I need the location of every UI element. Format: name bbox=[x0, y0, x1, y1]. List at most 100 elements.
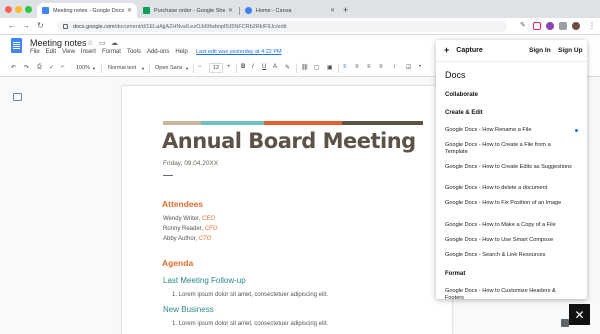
menu-view[interactable]: View bbox=[62, 49, 75, 55]
font-size-field[interactable]: 12 bbox=[209, 63, 224, 73]
sheets-favicon-icon bbox=[143, 7, 150, 14]
browser-menu-icon[interactable]: ⋮ bbox=[588, 21, 596, 30]
toolbar-divider bbox=[193, 64, 194, 73]
url-field[interactable]: docs.google.com/document/d/1ELaAjjAZHNvs… bbox=[57, 21, 507, 32]
font-size-increase-icon[interactable]: + bbox=[227, 64, 231, 70]
undo-icon[interactable]: ↶ bbox=[11, 64, 16, 71]
attendee[interactable]: Ronny Reader, CFO bbox=[163, 226, 217, 232]
close-panel-button[interactable]: ✕ bbox=[569, 304, 590, 325]
zoom-select[interactable]: 100% bbox=[76, 63, 90, 73]
line-spacing-icon[interactable]: ↕ bbox=[393, 64, 396, 70]
menu-addons[interactable]: Add-ons bbox=[147, 49, 169, 55]
cloud-status-icon: ☁ bbox=[111, 40, 118, 47]
align-center-icon[interactable]: ≡ bbox=[355, 64, 359, 70]
panel-header: + Capture Sign In Sign Up bbox=[436, 40, 587, 62]
style-select[interactable]: Normal text bbox=[108, 63, 136, 73]
underline-icon[interactable]: U bbox=[262, 64, 266, 70]
align-right-icon[interactable]: ≡ bbox=[367, 64, 371, 70]
window-zoom-button[interactable] bbox=[25, 6, 32, 13]
guide-item[interactable]: Google Docs - How to delete a document bbox=[445, 185, 573, 192]
capture-button[interactable]: + Capture bbox=[444, 46, 483, 55]
toolbar-divider bbox=[338, 64, 339, 73]
attendee[interactable]: Wendy Writer, CEO bbox=[163, 216, 215, 222]
tab-close-icon[interactable]: ✕ bbox=[127, 7, 132, 14]
forward-arrow-icon[interactable]: → bbox=[22, 21, 30, 30]
last-edit-link[interactable]: Last edit was yesterday at 4:22 PM bbox=[196, 49, 282, 55]
active-indicator-dot bbox=[575, 129, 578, 132]
docs-logo-icon[interactable] bbox=[11, 38, 22, 53]
bulleted-list-icon[interactable]: • bbox=[419, 64, 421, 70]
agenda-list-item[interactable]: 1. Lorem ipsum dolor sit amet, consectet… bbox=[172, 292, 328, 298]
document-outline-icon[interactable] bbox=[13, 93, 22, 101]
agenda-heading[interactable]: Agenda bbox=[162, 258, 193, 268]
attendee[interactable]: Abby Author, CTO bbox=[163, 236, 211, 242]
toolbar-divider bbox=[101, 64, 102, 73]
highlight-icon[interactable]: ✎ bbox=[285, 64, 290, 71]
capture-panel: + Capture Sign In Sign Up Docs Collabora… bbox=[436, 40, 587, 299]
agenda-item-title[interactable]: Last Meeting Follow-up bbox=[163, 276, 246, 285]
document-heading[interactable]: Annual Board Meeting bbox=[162, 129, 416, 153]
profile-avatar[interactable] bbox=[572, 22, 580, 30]
window-minimize-button[interactable] bbox=[15, 6, 22, 13]
font-select[interactable]: Open Sans bbox=[155, 63, 183, 73]
redo-icon[interactable]: ↷ bbox=[24, 64, 29, 71]
guide-item[interactable]: Google Docs - How to Customize Headers &… bbox=[445, 288, 573, 299]
browser-tab-sheets[interactable]: Purchase order - Google Sheets ✕ bbox=[138, 3, 238, 18]
capture-extension-icon[interactable] bbox=[533, 22, 541, 30]
guide-item[interactable]: Google Docs - How to Fix Position of an … bbox=[445, 200, 573, 207]
move-folder-icon[interactable]: ▭ bbox=[99, 39, 106, 47]
bold-icon[interactable]: B bbox=[241, 64, 245, 70]
window-close-button[interactable] bbox=[5, 6, 12, 13]
menu-file[interactable]: File bbox=[30, 49, 40, 55]
tab-close-icon[interactable]: ✕ bbox=[228, 7, 233, 14]
back-arrow-icon[interactable]: ← bbox=[8, 21, 16, 30]
pen-icon[interactable]: ✎ bbox=[520, 21, 526, 29]
tab-close-icon[interactable]: ✕ bbox=[330, 7, 335, 14]
section-create-edit[interactable]: Create & Edit bbox=[445, 110, 483, 116]
guide-item[interactable]: Google Docs - How to Create a File from … bbox=[445, 142, 573, 156]
align-left-icon[interactable]: ≡ bbox=[343, 64, 347, 70]
browser-tab-docs[interactable]: Meeting notes - Google Docs ✕ bbox=[37, 3, 137, 18]
tab-title: Home - Canva bbox=[256, 7, 292, 14]
guide-item[interactable]: Google Docs - How to Create Edits as Sug… bbox=[445, 164, 573, 171]
browser-tab-canva[interactable]: Home - Canva ✕ bbox=[240, 3, 340, 18]
close-icon: ✕ bbox=[574, 307, 585, 322]
sign-up-button[interactable]: Sign Up bbox=[558, 47, 583, 54]
guide-item[interactable]: Google Docs - Search & Link Resources bbox=[445, 252, 573, 259]
menu-format[interactable]: Format bbox=[102, 49, 121, 55]
extension-icon[interactable] bbox=[546, 22, 554, 30]
text-color-icon[interactable]: A bbox=[273, 64, 277, 70]
guide-item[interactable]: Google Docs - How Rename a File bbox=[445, 127, 573, 134]
align-justify-icon[interactable]: ≡ bbox=[379, 64, 383, 70]
star-icon[interactable]: ☆ bbox=[87, 39, 93, 47]
attendees-heading[interactable]: Attendees bbox=[162, 199, 203, 209]
print-icon[interactable]: ⎙ bbox=[37, 64, 42, 71]
font-size-decrease-icon[interactable]: − bbox=[198, 64, 202, 70]
meeting-date[interactable]: Friday, 09.04.20XX bbox=[163, 160, 218, 167]
menu-help[interactable]: Help bbox=[175, 49, 187, 55]
menu-tools[interactable]: Tools bbox=[127, 49, 141, 55]
chevron-down-icon: ▼ bbox=[92, 66, 96, 71]
agenda-item-title[interactable]: New Business bbox=[163, 305, 214, 314]
reload-icon[interactable]: ↻ bbox=[37, 21, 44, 30]
explore-icon[interactable] bbox=[561, 319, 569, 327]
menu-edit[interactable]: Edit bbox=[46, 49, 56, 55]
comment-icon[interactable]: ▢ bbox=[314, 64, 320, 71]
toolbar-divider bbox=[236, 64, 237, 73]
section-collaborate[interactable]: Collaborate bbox=[445, 92, 478, 98]
italic-icon[interactable]: I bbox=[252, 64, 254, 70]
section-format[interactable]: Format bbox=[445, 271, 465, 277]
link-icon[interactable]: ⛓ bbox=[301, 64, 309, 71]
document-title[interactable]: Meeting notes bbox=[30, 38, 87, 48]
guide-item[interactable]: Google Docs - How to Use Smart Compose bbox=[445, 237, 573, 244]
checklist-icon[interactable]: ☑ bbox=[406, 64, 411, 71]
image-icon[interactable]: ▣ bbox=[327, 64, 333, 71]
agenda-list-item[interactable]: 1. Lorem ipsum dolor sit amet, consectet… bbox=[172, 321, 328, 327]
puzzle-icon[interactable] bbox=[559, 22, 567, 30]
sign-in-button[interactable]: Sign In bbox=[529, 47, 551, 54]
spellcheck-icon[interactable]: ✓ bbox=[49, 64, 54, 71]
guide-item[interactable]: Google Docs - How to Make a Copy of a Fi… bbox=[445, 222, 573, 229]
menu-insert[interactable]: Insert bbox=[81, 49, 96, 55]
paint-format-icon[interactable]: ⌐ bbox=[61, 64, 65, 70]
new-tab-icon[interactable]: + bbox=[343, 5, 348, 15]
